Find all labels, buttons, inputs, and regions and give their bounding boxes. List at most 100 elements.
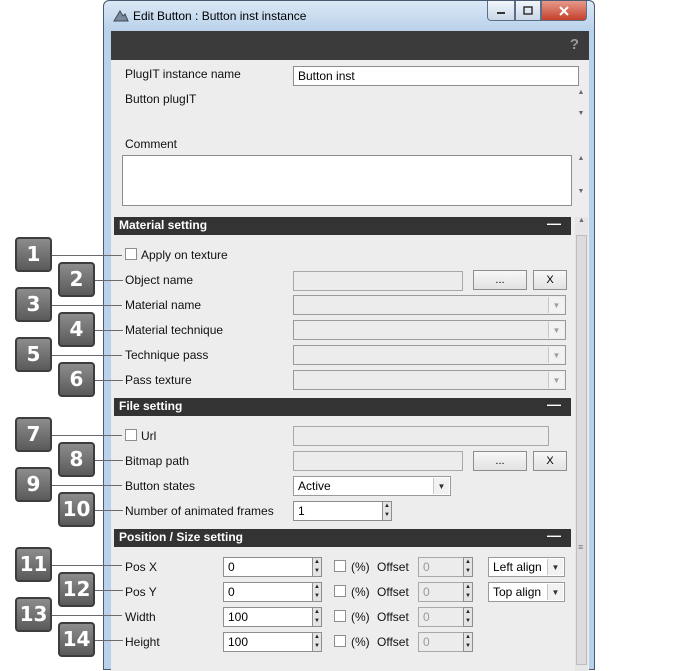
width-value: 100 [228,610,249,624]
material-name-select[interactable]: ▼ [293,295,566,315]
offset-label: Offset [377,610,409,624]
callout-leader [95,460,123,461]
edit-button-window: Edit Button : Button inst instance ? Plu… [103,0,595,671]
width-label: Width [125,610,156,624]
percent-label: (%) [351,585,370,599]
close-button[interactable] [541,1,587,21]
pos-x-value: 0 [228,560,235,574]
apply-on-texture-checkbox[interactable] [125,248,137,260]
animated-frames-value: 1 [298,504,305,518]
chevron-down-icon: ▼ [433,478,449,494]
pos-y-percent-checkbox[interactable] [334,585,346,597]
position-section-header[interactable]: Position / Size setting — [114,527,571,547]
file-section-title: File setting [119,399,183,413]
pass-texture-select[interactable]: ▼ [293,370,566,390]
material-name-label: Material name [125,298,202,312]
maximize-icon [523,5,533,15]
bitmap-clear-button[interactable]: X [533,451,567,471]
offset-label: Offset [377,635,409,649]
vertical-align-value: Top align [493,585,542,599]
height-offset-stepper[interactable]: 0 ▲ ▼ [418,632,473,652]
pos-x-offset-stepper[interactable]: 0 ▲ ▼ [418,557,473,577]
animated-frames-stepper[interactable]: 1 ▲ ▼ [293,501,392,521]
pos-x-percent-checkbox[interactable] [334,560,346,572]
pos-y-stepper[interactable]: 0 ▲ ▼ [223,582,322,602]
collapse-icon[interactable]: — [547,396,561,412]
callout-badge-6: 6 [58,362,95,397]
scroll-up-icon: ▲ [578,217,585,224]
width-offset-stepper[interactable]: 0 ▲ ▼ [418,607,473,627]
minimize-button[interactable] [487,1,515,21]
bitmap-browse-button[interactable]: ... [473,451,527,471]
height-offset-value: 0 [423,635,430,649]
percent-label: (%) [351,635,370,649]
chevron-down-icon: ▼ [548,322,564,338]
app-icon [113,10,129,22]
close-icon [559,5,569,16]
technique-pass-select[interactable]: ▼ [293,345,566,365]
horizontal-align-select[interactable]: Left align ▼ [488,557,565,577]
plugit-scrollbar[interactable]: ▲ ▼ [575,89,587,127]
position-section-title: Position / Size setting [119,530,244,544]
callout-badge-4: 4 [58,312,95,347]
url-input [293,426,549,446]
width-offset-value: 0 [423,610,430,624]
height-stepper[interactable]: 100 ▲ ▼ [223,632,322,652]
spin-arrows-icon[interactable]: ▲ ▼ [463,632,473,652]
height-label: Height [125,635,160,649]
collapse-icon[interactable]: — [547,527,561,543]
apply-on-texture-label: Apply on texture [141,248,228,262]
height-percent-checkbox[interactable] [334,635,346,647]
spin-arrows-icon[interactable]: ▲ ▼ [463,607,473,627]
scroll-thumb[interactable]: ≡ [576,235,587,665]
bitmap-path-input [293,451,463,471]
scroll-up-icon: ▲ [577,155,585,162]
url-label: Url [141,429,157,443]
callout-badge-9: 9 [15,467,52,502]
callout-leader [52,485,122,486]
material-section-title: Material setting [119,218,208,232]
button-states-select[interactable]: Active ▼ [293,476,451,496]
spin-arrows-icon[interactable]: ▲ ▼ [312,582,322,602]
chevron-down-icon: ▼ [548,372,564,388]
spin-arrows-icon[interactable]: ▲ ▼ [463,582,473,602]
width-stepper[interactable]: 100 ▲ ▼ [223,607,322,627]
vertical-align-select[interactable]: Top align ▼ [488,582,565,602]
material-section-header[interactable]: Material setting — [114,215,571,235]
spin-arrows-icon[interactable]: ▲ ▼ [312,607,322,627]
material-technique-label: Material technique [125,323,224,337]
comment-textarea[interactable] [122,155,572,206]
callout-leader [52,615,122,616]
title-bar[interactable]: Edit Button : Button inst instance [104,1,594,31]
maximize-button[interactable] [515,1,541,21]
chevron-down-icon: ▼ [547,584,563,600]
width-percent-checkbox[interactable] [334,610,346,622]
file-section-header[interactable]: File setting — [114,396,571,416]
pos-x-stepper[interactable]: 0 ▲ ▼ [223,557,322,577]
window-title: Edit Button : Button inst instance [133,9,307,23]
comment-label: Comment [125,137,178,151]
url-checkbox[interactable] [125,429,137,441]
object-clear-button[interactable]: X [533,270,567,290]
spin-arrows-icon[interactable]: ▲ ▼ [312,632,322,652]
spin-arrows-icon[interactable]: ▲ ▼ [382,501,392,521]
callout-leader [95,380,123,381]
spin-arrows-icon[interactable]: ▲ ▼ [312,557,322,577]
main-scrollbar[interactable]: ▲ ≡ [575,217,588,671]
callout-leader [95,510,123,511]
technique-pass-label: Technique pass [125,348,209,362]
minimize-icon [497,11,505,14]
help-icon[interactable]: ? [570,36,579,53]
callout-badge-1: 1 [15,237,52,272]
instance-name-input[interactable]: Button inst [293,66,579,86]
collapse-icon[interactable]: — [547,215,561,231]
callout-leader [95,330,123,331]
material-technique-select[interactable]: ▼ [293,320,566,340]
pos-y-offset-stepper[interactable]: 0 ▲ ▼ [418,582,473,602]
object-name-label: Object name [125,273,194,287]
object-browse-button[interactable]: ... [473,270,527,290]
comment-scrollbar[interactable]: ▲ ▼ [575,155,587,205]
callout-badge-10: 10 [58,492,95,527]
top-toolbar: ? [111,31,589,60]
spin-arrows-icon[interactable]: ▲ ▼ [463,557,473,577]
